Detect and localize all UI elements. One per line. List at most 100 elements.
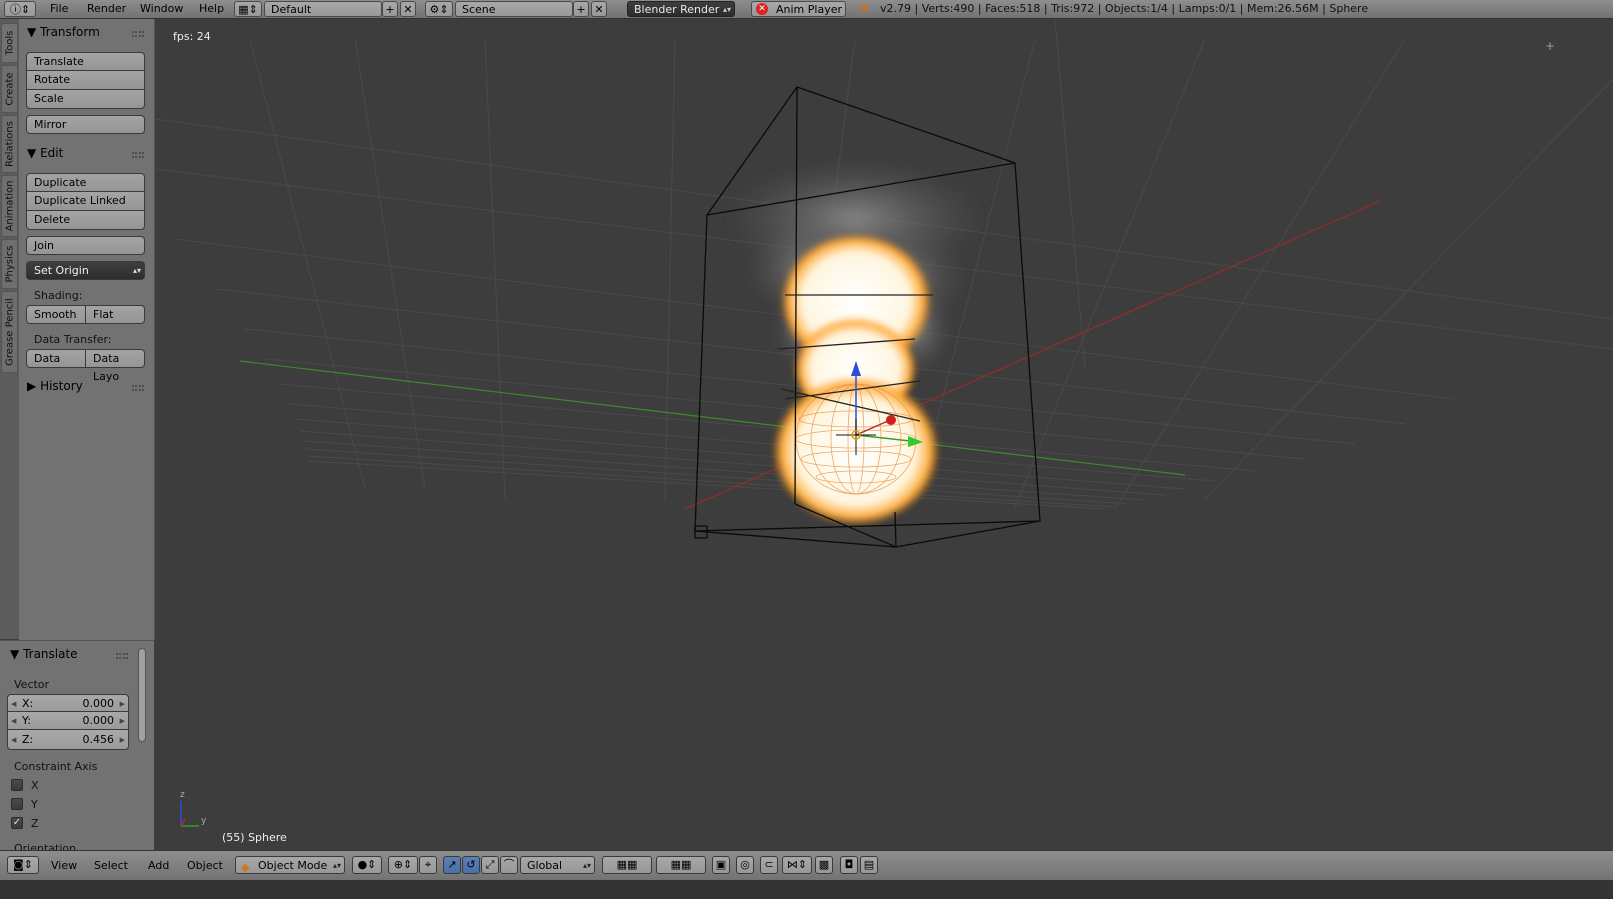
plus-icon: + xyxy=(576,3,586,16)
transform-panel-header[interactable]: ▼ Transform xyxy=(27,23,100,41)
manipulator-icon: ⌖ xyxy=(424,858,432,871)
layers-grid-b[interactable]: ▦▦ xyxy=(656,856,706,874)
manipulator-toggle[interactable]: ⌖ xyxy=(419,856,437,874)
constraint-y-checkbox[interactable] xyxy=(11,798,23,810)
proportional-edit-toggle[interactable]: ◎ xyxy=(736,856,754,874)
tab-tools[interactable]: Tools xyxy=(1,23,18,63)
menu-view[interactable]: View xyxy=(51,857,77,875)
3d-viewport[interactable]: fps: 24 (55) Sphere z y + xyxy=(155,19,1613,849)
anim-player-button[interactable]: ✕ Anim Player xyxy=(751,1,846,17)
snap-target-icon: ▩ xyxy=(818,858,830,871)
panel-grip-icon[interactable] xyxy=(132,385,144,391)
set-origin-dropdown[interactable]: Set Origin ▴▾ xyxy=(26,261,145,280)
add-layout-button[interactable]: + xyxy=(382,1,398,17)
translate-icon: ↗ xyxy=(447,858,457,871)
render-engine-dropdown[interactable]: Blender Render ▴▾ xyxy=(627,1,735,17)
data-layout-button[interactable]: Data Layo xyxy=(85,349,145,383)
history-panel-header[interactable]: ▶ History xyxy=(27,377,83,395)
dropdown-arrows-icon: ▴▾ xyxy=(132,266,141,275)
viewport-shading-dropdown[interactable]: ●⇕ xyxy=(352,856,382,874)
data-transfer-button[interactable]: Data xyxy=(26,349,86,368)
smooth-button[interactable]: Smooth xyxy=(26,305,86,324)
menu-add[interactable]: Add xyxy=(148,857,169,875)
tab-physics[interactable]: Physics xyxy=(1,239,18,289)
panel-grip-icon[interactable] xyxy=(116,653,128,659)
menu-file[interactable]: File xyxy=(50,0,68,18)
constraint-x-checkbox[interactable] xyxy=(11,779,23,791)
layers-grid-a[interactable]: ▦▦ xyxy=(602,856,652,874)
edit-panel-header[interactable]: ▼ Edit xyxy=(27,144,63,162)
region-toggle-plus-icon[interactable]: + xyxy=(1545,39,1555,53)
menu-help[interactable]: Help xyxy=(199,0,224,18)
scene-icon: ⚙⇕ xyxy=(429,3,449,16)
mirror-button[interactable]: Mirror xyxy=(26,115,145,134)
join-button[interactable]: Join xyxy=(26,236,145,255)
layer-lock-toggle[interactable]: ▣ xyxy=(712,856,730,874)
constraint-z-checkbox[interactable]: ✓ xyxy=(11,817,23,829)
tab-relations[interactable]: Relations xyxy=(1,115,18,173)
operator-panel-header[interactable]: ▼ Translate xyxy=(10,645,78,663)
opengl-animation-button[interactable]: ▤ xyxy=(860,856,878,874)
scale-manipulator-toggle[interactable]: ⤢ xyxy=(481,856,499,874)
menu-select[interactable]: Select xyxy=(94,857,128,875)
delete-scene-button[interactable]: ✕ xyxy=(591,1,607,17)
vector-x-field[interactable]: ◀ X: 0.000 ▶ xyxy=(7,694,129,712)
panel-grip-icon[interactable] xyxy=(132,152,144,158)
snap-target-toggle[interactable]: ▩ xyxy=(815,856,833,874)
triangle-down-icon: ▼ xyxy=(27,146,37,160)
menu-window[interactable]: Window xyxy=(140,0,183,18)
operator-scrollbar[interactable] xyxy=(138,648,146,742)
opengl-render-button[interactable]: ◘ xyxy=(840,856,858,874)
screen-layout-button[interactable]: ▦⇕ xyxy=(234,1,262,17)
transform-orientation-dropdown[interactable]: Global ▴▾ xyxy=(520,856,595,874)
camera-icon: ◘ xyxy=(844,858,854,871)
scene-name-field[interactable]: Scene xyxy=(455,1,573,17)
operator-title: Translate xyxy=(23,647,78,661)
menu-object[interactable]: Object xyxy=(187,857,223,875)
vector-y-field[interactable]: ◀ Y: 0.000 ▶ xyxy=(7,712,129,730)
tab-create[interactable]: Create xyxy=(1,65,18,113)
snap-increment-icon: ⋈⇕ xyxy=(786,858,808,871)
scale-button[interactable]: Scale xyxy=(26,90,145,109)
proportional-icon: ◎ xyxy=(740,858,750,871)
vector-z-field[interactable]: ◀ Z: 0.456 ▶ xyxy=(7,730,129,750)
arc-manipulator-toggle[interactable]: ⌒ xyxy=(500,856,518,874)
edit-panel-title: Edit xyxy=(40,146,64,160)
curve-icon: ⌒ xyxy=(503,858,515,871)
rotate-button[interactable]: Rotate xyxy=(26,71,145,90)
constraint-z-label: Z xyxy=(31,817,39,830)
delete-layout-button[interactable]: ✕ xyxy=(400,1,416,17)
snap-element-dropdown[interactable]: ⋈⇕ xyxy=(782,856,812,874)
layout-name-field[interactable]: Default xyxy=(264,1,382,17)
translate-manipulator-toggle[interactable]: ↗ xyxy=(443,856,461,874)
info-icon: ⓘ⇕ xyxy=(9,3,31,16)
transform-panel-title: Transform xyxy=(40,25,100,39)
flat-button[interactable]: Flat xyxy=(85,305,145,324)
duplicate-linked-button[interactable]: Duplicate Linked xyxy=(26,192,145,211)
layout-icon: ▦⇕ xyxy=(238,3,258,16)
duplicate-button[interactable]: Duplicate xyxy=(26,173,145,192)
delete-button[interactable]: Delete xyxy=(26,211,145,230)
constraint-axis-label: Constraint Axis xyxy=(14,760,98,773)
rotate-manipulator-toggle[interactable]: ↺ xyxy=(462,856,480,874)
info-editor-type-button[interactable]: ⓘ⇕ xyxy=(4,1,36,17)
translate-button[interactable]: Translate xyxy=(26,52,145,71)
panel-grip-icon[interactable] xyxy=(132,31,144,37)
mode-dropdown[interactable]: ◆ Object Mode ▴▾ xyxy=(235,856,345,874)
dropdown-arrows-icon: ▴▾ xyxy=(722,5,731,14)
tab-grease-pencil[interactable]: Grease Pencil xyxy=(1,291,18,373)
x-arrow-icon[interactable] xyxy=(886,415,896,425)
magnet-icon: ⊂ xyxy=(764,858,774,871)
menu-render[interactable]: Render xyxy=(87,0,126,18)
add-scene-button[interactable]: + xyxy=(573,1,589,17)
constraint-y-label: Y xyxy=(31,798,38,811)
tab-animation[interactable]: Animation xyxy=(1,175,18,237)
vector-z-label: Z: xyxy=(22,733,34,746)
decrement-icon: ◀ xyxy=(11,736,17,744)
pivot-point-dropdown[interactable]: ⊕⇕ xyxy=(388,856,418,874)
snap-toggle[interactable]: ⊂ xyxy=(760,856,778,874)
editor-type-button[interactable]: ◙⇕ xyxy=(7,856,39,874)
scene-select-button[interactable]: ⚙⇕ xyxy=(425,1,453,17)
viewport-scene xyxy=(155,19,1613,849)
increment-icon: ▶ xyxy=(119,736,125,744)
